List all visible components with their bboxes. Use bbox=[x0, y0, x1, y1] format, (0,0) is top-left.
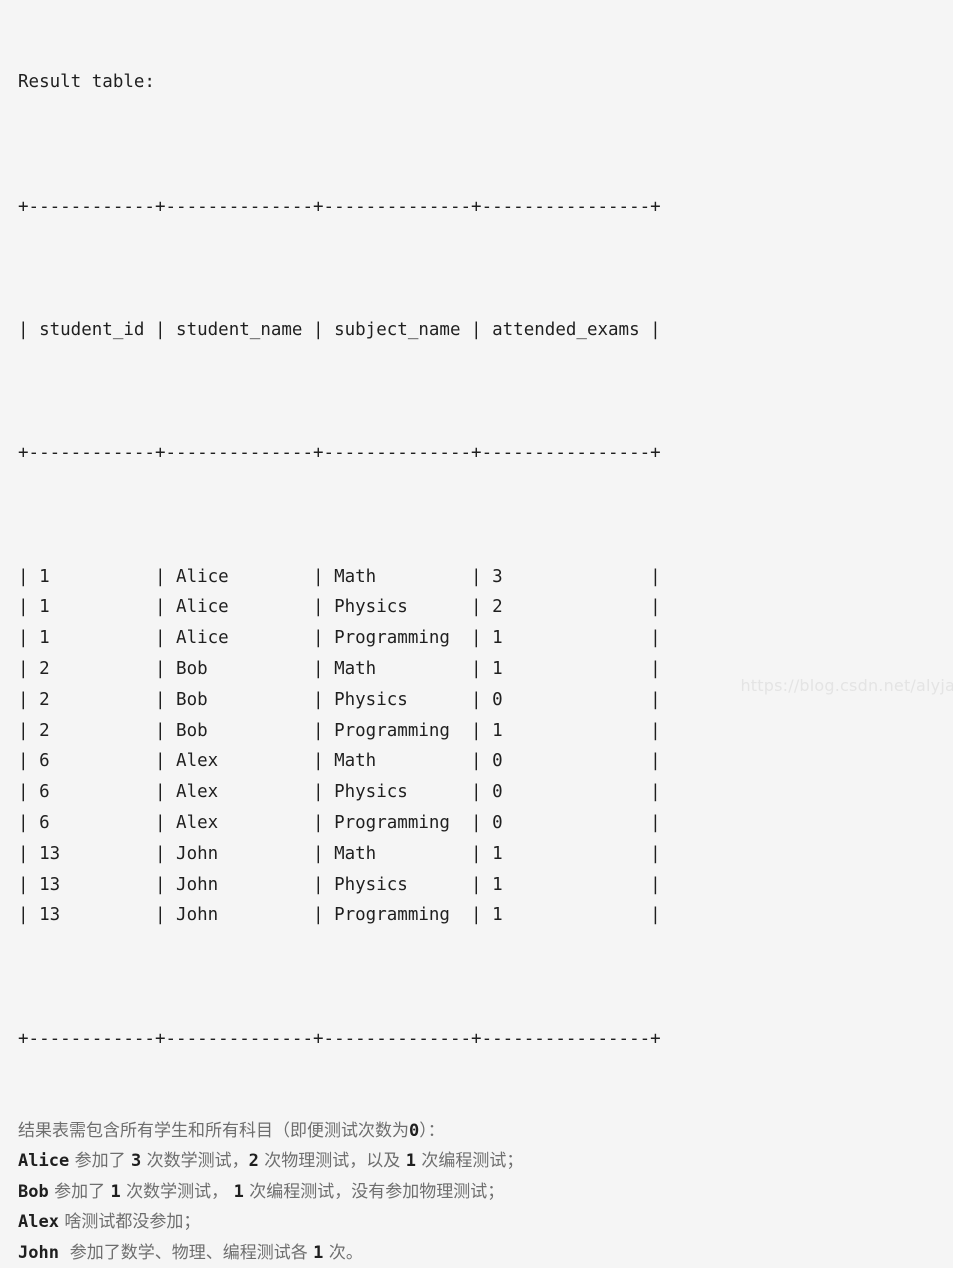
note-token-text: 次。 bbox=[323, 1242, 363, 1263]
note-alice: Alice 参加了 3 次数学测试，2 次物理测试，以及 1 次编程测试； bbox=[18, 1146, 953, 1177]
note-token-text: 参加了数学、物理、编程测试各 bbox=[58, 1242, 314, 1263]
note-token-text: 结果表需包含所有学生和所有科目（即便测试次数为 bbox=[18, 1120, 409, 1141]
note-token-text: ）： bbox=[419, 1120, 445, 1141]
table-row: | 1 | Alice | Math | 3 | bbox=[18, 566, 661, 587]
table-body: | 1 | Alice | Math | 3 | | 1 | Alice | Ph… bbox=[18, 562, 953, 932]
table-row: | 1 | Alice | Programming | 1 | bbox=[18, 628, 661, 649]
table-row: | 13 | John | Programming | 1 | bbox=[18, 905, 661, 926]
result-table-block: Result table: +------------+------------… bbox=[18, 5, 953, 1116]
table-separator-bottom: +------------+--------------+-----------… bbox=[18, 1028, 661, 1049]
result-table-title: Result table: bbox=[18, 71, 155, 92]
explanation-notes: 结果表需包含所有学生和所有科目（即便测试次数为0）： Alice 参加了 3 次数… bbox=[18, 1116, 953, 1268]
note-token-text: 参加了 bbox=[69, 1151, 131, 1172]
note-token-mono: 1 bbox=[233, 1181, 244, 1202]
table-header-row: | student_id | student_name | subject_na… bbox=[18, 320, 661, 341]
table-row: | 13 | John | Math | 1 | bbox=[18, 843, 661, 864]
csdn-watermark: https://blog.csdn.net/alyja bbox=[740, 676, 953, 695]
note-requirement: 结果表需包含所有学生和所有科目（即便测试次数为0）： bbox=[18, 1116, 953, 1147]
note-token-text: 次编程测试，没有参加物理测试； bbox=[243, 1181, 505, 1202]
note-alex: Alex 啥测试都没参加； bbox=[18, 1207, 953, 1238]
note-token-text: 次编程测试； bbox=[415, 1151, 524, 1172]
note-token-mono: 2 bbox=[248, 1151, 259, 1172]
note-token-mono: 1 bbox=[313, 1242, 324, 1263]
note-token-mono: Alice bbox=[18, 1151, 70, 1172]
note-token-text: 次数学测试， bbox=[120, 1181, 234, 1202]
note-token-mono: 1 bbox=[405, 1151, 416, 1172]
note-token-mono: 1 bbox=[110, 1181, 121, 1202]
table-separator-top: +------------+--------------+-----------… bbox=[18, 196, 661, 217]
note-token-text: 次物理测试，以及 bbox=[258, 1151, 406, 1172]
note-bob: Bob 参加了 1 次数学测试， 1 次编程测试，没有参加物理测试； bbox=[18, 1177, 953, 1208]
screenshot-root: Result table: +------------+------------… bbox=[0, 0, 953, 1263]
note-token-mono: 3 bbox=[131, 1151, 142, 1172]
note-token-text: 参加了 bbox=[48, 1181, 111, 1202]
table-row: | 6 | Alex | Programming | 0 | bbox=[18, 812, 661, 833]
table-row: | 6 | Alex | Math | 0 | bbox=[18, 751, 661, 772]
table-row: | 6 | Alex | Physics | 0 | bbox=[18, 782, 661, 803]
note-token-mono: Alex bbox=[18, 1212, 59, 1233]
table-row: | 2 | Bob | Programming | 1 | bbox=[18, 720, 661, 741]
note-token-mono: John bbox=[18, 1242, 59, 1263]
note-token-mono: 0 bbox=[409, 1120, 420, 1141]
table-row: | 1 | Alice | Physics | 2 | bbox=[18, 597, 661, 618]
table-row: | 13 | John | Physics | 1 | bbox=[18, 874, 661, 895]
note-token-text: 啥测试都没参加； bbox=[58, 1212, 201, 1233]
note-token-text: 次数学测试， bbox=[141, 1151, 249, 1172]
note-john: John 参加了数学、物理、编程测试各 1 次。 bbox=[18, 1238, 953, 1268]
note-token-mono: Bob bbox=[18, 1181, 49, 1202]
table-separator-header: +------------+--------------+-----------… bbox=[18, 443, 661, 464]
